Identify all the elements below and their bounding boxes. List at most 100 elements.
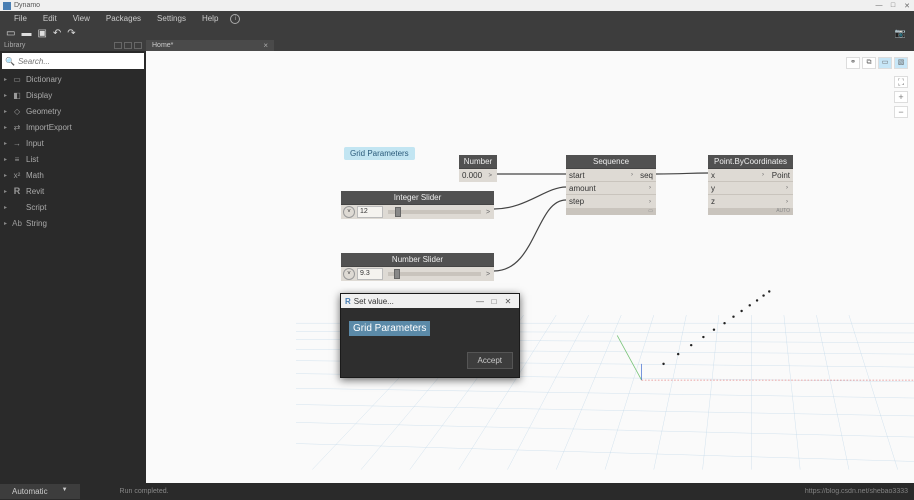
node-integer-slider[interactable]: Integer Slider ˅ 12 > [341, 191, 494, 219]
view-graph-icon[interactable]: ▧ [894, 57, 908, 69]
chevron-right-icon: ▸ [4, 220, 7, 227]
menu-view[interactable]: View [65, 14, 98, 23]
chevron-right-icon: ▸ [4, 188, 7, 195]
zoom-out-icon[interactable]: − [894, 106, 908, 118]
port-point[interactable]: Point [766, 171, 790, 180]
category-icon: R [11, 186, 23, 196]
accept-button[interactable]: Accept [467, 352, 513, 369]
menu-help[interactable]: Help [194, 14, 226, 23]
dialog-minimize-button[interactable]: — [473, 297, 487, 306]
library-item-revit[interactable]: ▸ RRevit [0, 183, 146, 199]
workspace[interactable]: Home* × [146, 40, 914, 483]
slider-value[interactable]: 9.3 [357, 268, 383, 280]
library-view-icon[interactable] [114, 42, 122, 49]
view-3d-icon[interactable]: ▭ [878, 57, 892, 69]
node-point-by-coordinates[interactable]: Point.ByCoordinates x›Point y› z› AUTO [708, 155, 793, 215]
dialog-close-button[interactable]: ✕ [501, 297, 515, 306]
copy-icon[interactable]: ⧉ [862, 57, 876, 69]
category-icon: ▭ [11, 75, 23, 84]
search-icon: 🔍 [2, 57, 18, 66]
category-icon: ⇄ [11, 123, 23, 132]
open-icon[interactable]: ▬ [21, 28, 31, 39]
library-view-icon-2[interactable] [124, 42, 132, 49]
port-amount[interactable]: amount [569, 184, 647, 193]
chevron-right-icon: ▸ [4, 108, 7, 115]
app-title: Dynamo [14, 2, 40, 9]
slider-value[interactable]: 12 [357, 206, 383, 218]
link-icon[interactable]: ⚭ [846, 57, 860, 69]
node-foot: AUTO [708, 208, 793, 215]
library-item-input[interactable]: ▸→Input [0, 135, 146, 151]
node-num-slider-title: Number Slider [341, 253, 494, 267]
category-icon: x² [11, 171, 23, 180]
output-port[interactable]: > [488, 173, 492, 179]
slider-track[interactable] [388, 210, 481, 214]
slider-track[interactable] [388, 272, 481, 276]
chevron-right-icon: ▸ [4, 92, 7, 99]
dialog-title: Set value... [354, 297, 394, 306]
output-port[interactable]: > [486, 209, 492, 216]
port-y[interactable]: y [711, 184, 784, 193]
chevron-right-icon: ▸ [4, 76, 7, 83]
library-item-math[interactable]: ▸x²Math [0, 167, 146, 183]
slider-toggle-icon[interactable]: ˅ [343, 206, 355, 218]
library-panel: Library 🔍 ▸▭Dictionary▸◧Display▸◇Geometr… [0, 40, 146, 483]
library-item-importexport[interactable]: ▸⇄ImportExport [0, 119, 146, 135]
node-number[interactable]: Number 0.000> [459, 155, 497, 182]
tab-close-icon[interactable]: × [263, 41, 268, 50]
library-header: Library [0, 40, 146, 51]
status-message: Run completed. [120, 488, 169, 495]
library-item-label: ImportExport [26, 123, 72, 132]
output-port[interactable]: > [486, 271, 492, 278]
close-button[interactable]: ✕ [900, 2, 914, 10]
node-number-slider[interactable]: Number Slider ˅ 9.3 > [341, 253, 494, 281]
info-icon[interactable]: i [230, 14, 240, 24]
category-icon: ◇ [11, 107, 23, 116]
port-x[interactable]: x [711, 171, 760, 180]
library-item-label: Math [26, 171, 44, 180]
tab-home[interactable]: Home* × [146, 40, 274, 51]
maximize-button[interactable]: □ [886, 2, 900, 9]
library-view-icon-3[interactable] [134, 42, 142, 49]
port-z[interactable]: z [711, 197, 784, 206]
group-label[interactable]: Grid Parameters [344, 147, 415, 160]
port-step[interactable]: step [569, 197, 647, 206]
library-item-list[interactable]: ▸≡List [0, 151, 146, 167]
dialog-maximize-button[interactable]: □ [487, 297, 501, 306]
dialog-titlebar[interactable]: R Set value... — □ ✕ [341, 294, 519, 308]
library-item-display[interactable]: ▸◧Display [0, 87, 146, 103]
menu-edit[interactable]: Edit [35, 14, 65, 23]
undo-icon[interactable]: ↶ [53, 28, 61, 39]
redo-icon[interactable]: ↷ [67, 28, 75, 39]
search-box[interactable]: 🔍 [2, 53, 144, 69]
library-item-label: Revit [26, 187, 44, 196]
zoom-in-icon[interactable]: + [894, 91, 908, 103]
library-item-dictionary[interactable]: ▸ ▭Dictionary [0, 71, 146, 87]
menu-packages[interactable]: Packages [98, 14, 149, 23]
library-item-label: String [26, 219, 47, 228]
library-item-label: Dictionary [26, 75, 62, 84]
canvas[interactable]: Grid Parameters Number 0.000> Integer Sl… [146, 51, 914, 483]
run-mode-dropdown[interactable]: Automatic ▼ [0, 484, 80, 499]
watermark-url: https://blog.csdn.net/shebao3333 [805, 488, 908, 495]
dialog-input[interactable]: Grid Parameters [349, 321, 430, 336]
menu-file[interactable]: File [6, 14, 35, 23]
minimize-button[interactable]: — [872, 2, 886, 9]
search-input[interactable] [18, 57, 144, 66]
menu-settings[interactable]: Settings [149, 14, 194, 23]
library-item-script[interactable]: ▸Script [0, 199, 146, 215]
toolbar: ▭ ▬ ▣ ↶ ↷ 📷 [0, 26, 914, 40]
node-sequence[interactable]: Sequence start›seq amount› step› ▭ [566, 155, 656, 215]
new-icon[interactable]: ▭ [6, 28, 15, 39]
zoom-fit-icon[interactable]: ⛶ [894, 76, 908, 88]
library-item-label: Input [26, 139, 44, 148]
camera-icon[interactable]: 📷 [895, 28, 906, 39]
library-item-string[interactable]: ▸AbString [0, 215, 146, 231]
slider-toggle-icon[interactable]: ˅ [343, 268, 355, 280]
port-start[interactable]: start [569, 171, 629, 180]
save-icon[interactable]: ▣ [37, 28, 46, 39]
library-item-label: Geometry [26, 107, 61, 116]
library-item-geometry[interactable]: ▸ ◇Geometry [0, 103, 146, 119]
port-seq[interactable]: seq [635, 171, 653, 180]
library-item-label: List [26, 155, 38, 164]
